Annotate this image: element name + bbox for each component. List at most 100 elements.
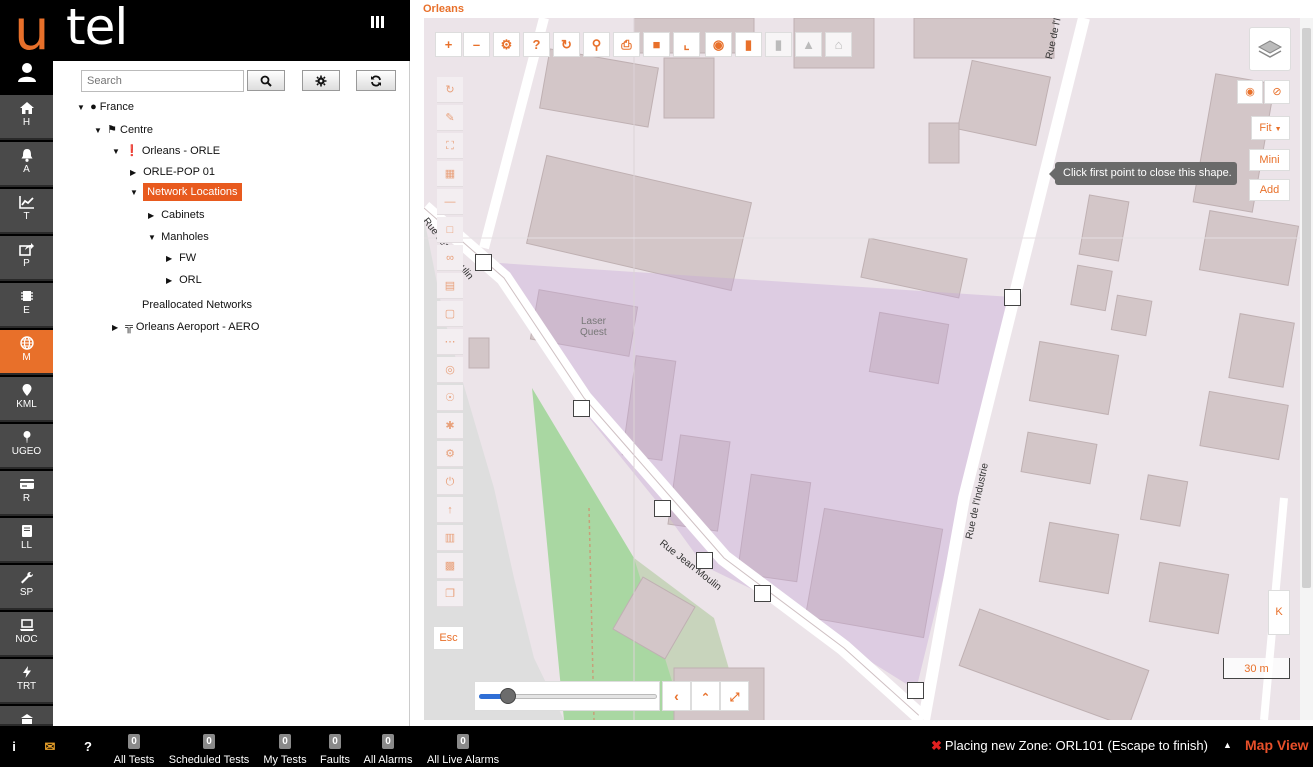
area-button[interactable]: ⌞	[673, 32, 700, 57]
settings-button[interactable]	[302, 70, 340, 91]
slider-left-button[interactable]: ‹	[662, 681, 691, 711]
columns-menu-icon[interactable]	[371, 16, 385, 28]
polygon-vertex[interactable]	[573, 400, 590, 417]
tree-node-network-locations[interactable]: ▼ Network Locations	[130, 183, 242, 201]
map-scrollbar[interactable]	[1300, 18, 1313, 720]
nav-item-p[interactable]: P	[0, 236, 53, 281]
nav-item-m[interactable]: M	[0, 330, 53, 375]
polygon-vertex[interactable]	[475, 254, 492, 271]
map-search-button[interactable]: ⚲	[583, 32, 610, 57]
measure-button[interactable]: ■	[643, 32, 670, 57]
tree-node-aeroport[interactable]: ▶ ╦ Orleans Aeroport - AERO	[112, 321, 259, 333]
nav-item-noc[interactable]: NOC	[0, 612, 53, 657]
expand-tool-button[interactable]: ⛶	[437, 133, 463, 159]
polygon-vertex[interactable]	[1004, 289, 1021, 306]
grid-tool-button[interactable]: ▦	[437, 161, 463, 187]
nav-item-t[interactable]: T	[0, 189, 53, 234]
hide-layer-button[interactable]: ⊘	[1264, 80, 1290, 104]
collapse-triangle-icon[interactable]: ▼	[148, 233, 158, 242]
visibility-button[interactable]: ◉	[705, 32, 732, 57]
collapse-triangle-icon[interactable]: ▼	[77, 103, 87, 112]
tower-tool-button[interactable]: ▩	[437, 553, 463, 579]
info-icon[interactable]: i	[7, 740, 21, 754]
layers-tool-button[interactable]: ❐	[437, 581, 463, 607]
tree-node-orl[interactable]: ▶ ORL	[166, 274, 202, 286]
slider-knob[interactable]	[500, 688, 516, 704]
polygon-tool-button[interactable]: ▢	[437, 301, 463, 327]
search-button[interactable]	[247, 70, 285, 91]
fit-dropdown[interactable]: Fit ▼	[1251, 116, 1290, 140]
nav-item-ll[interactable]: LL	[0, 518, 53, 563]
expand-triangle-icon[interactable]: ▶	[130, 168, 140, 177]
k-button[interactable]: K	[1268, 590, 1290, 635]
tree-node-cabinets[interactable]: ▶ Cabinets	[148, 209, 204, 221]
polygon-vertex[interactable]	[907, 682, 924, 699]
question-icon[interactable]: ?	[81, 740, 95, 754]
show-layer-button[interactable]: ◉	[1237, 80, 1263, 104]
search-input[interactable]	[81, 70, 244, 92]
tree-node-france[interactable]: ▼ ● France	[77, 101, 134, 113]
mini-button[interactable]: Mini	[1249, 149, 1290, 171]
polygon-vertex[interactable]	[654, 500, 671, 517]
envelope-icon[interactable]: ✉	[43, 740, 57, 754]
slider-up-button[interactable]: ⌃	[691, 681, 720, 711]
tree-node-centre[interactable]: ▼ ⚑ Centre	[94, 123, 153, 136]
nav-item-sp[interactable]: SP	[0, 565, 53, 610]
expand-triangle-icon[interactable]: ▶	[166, 254, 176, 263]
caret-up-icon[interactable]: ▲	[1223, 740, 1232, 750]
map-canvas[interactable]	[424, 18, 1300, 720]
stat-all-live-alarms[interactable]: 0 All Live Alarms	[427, 734, 499, 766]
nav-item-a[interactable]: A	[0, 142, 53, 187]
stat-faults[interactable]: 0 Faults	[319, 734, 351, 766]
asterisk-tool-button[interactable]: ✱	[437, 413, 463, 439]
cog-tool-button[interactable]: ⚙	[437, 441, 463, 467]
up-tool-button[interactable]: ↑	[437, 497, 463, 523]
stat-all-alarms[interactable]: 0 All Alarms	[363, 734, 413, 766]
building-tool-button[interactable]: ▥	[437, 525, 463, 551]
opacity-slider[interactable]	[474, 681, 660, 711]
bookmark-button[interactable]: ▮	[735, 32, 762, 57]
antenna-tool-button[interactable]: ☉	[437, 385, 463, 411]
nav-item-e[interactable]: E	[0, 283, 53, 328]
power-tool-button[interactable]: ⏻	[437, 469, 463, 495]
nav-item-h[interactable]: H	[0, 95, 53, 140]
polygon-vertex[interactable]	[696, 552, 713, 569]
map-settings-button[interactable]: ⚙	[493, 32, 520, 57]
map-view-link[interactable]: Map View	[1245, 737, 1309, 753]
collapse-triangle-icon[interactable]: ▼	[112, 147, 122, 156]
tree-node-manholes[interactable]: ▼ Manholes	[148, 231, 209, 243]
cabinet-tool-button[interactable]: ▤	[437, 273, 463, 299]
add-button[interactable]: Add	[1249, 179, 1290, 201]
edit-tool-button[interactable]: ✎	[437, 105, 463, 131]
escape-button[interactable]: Esc	[433, 626, 464, 650]
collapse-triangle-icon[interactable]: ▼	[94, 126, 104, 135]
print-button[interactable]: ⎙	[613, 32, 640, 57]
tree-node-fw[interactable]: ▶ FW	[166, 252, 196, 264]
undo-tool-button[interactable]: ↻	[437, 77, 463, 103]
stat-my-tests[interactable]: 0 My Tests	[263, 734, 307, 766]
expand-triangle-icon[interactable]: ▶	[148, 211, 158, 220]
zoom-out-button[interactable]: –	[463, 32, 490, 57]
target-tool-button[interactable]: ◎	[437, 357, 463, 383]
cancel-x-icon[interactable]: ✖	[931, 738, 942, 753]
nav-item-r[interactable]: R	[0, 471, 53, 516]
line-tool-button[interactable]: —	[437, 189, 463, 215]
scrollbar-thumb[interactable]	[1302, 28, 1311, 588]
nav-item-kml[interactable]: KML	[0, 377, 53, 422]
zoom-in-button[interactable]: +	[435, 32, 462, 57]
bookmark-disabled-button[interactable]: ▮	[765, 32, 792, 57]
refresh-button[interactable]	[356, 70, 396, 91]
layers-button[interactable]	[1249, 27, 1291, 71]
help-button[interactable]: ?	[523, 32, 550, 57]
arch-button[interactable]: ▲	[795, 32, 822, 57]
stat-scheduled-tests[interactable]: 0 Scheduled Tests	[168, 734, 250, 766]
dots-tool-button[interactable]: ⋯	[437, 329, 463, 355]
fullscreen-button[interactable]: ⤢	[720, 681, 749, 711]
user-icon[interactable]	[17, 61, 37, 85]
stat-all-tests[interactable]: 0 All Tests	[113, 734, 155, 766]
home-map-button[interactable]: ⌂	[825, 32, 852, 57]
expand-triangle-icon[interactable]: ▶	[166, 276, 176, 285]
nav-item-more[interactable]	[0, 706, 53, 726]
map-refresh-button[interactable]: ↻	[553, 32, 580, 57]
polygon-vertex[interactable]	[754, 585, 771, 602]
